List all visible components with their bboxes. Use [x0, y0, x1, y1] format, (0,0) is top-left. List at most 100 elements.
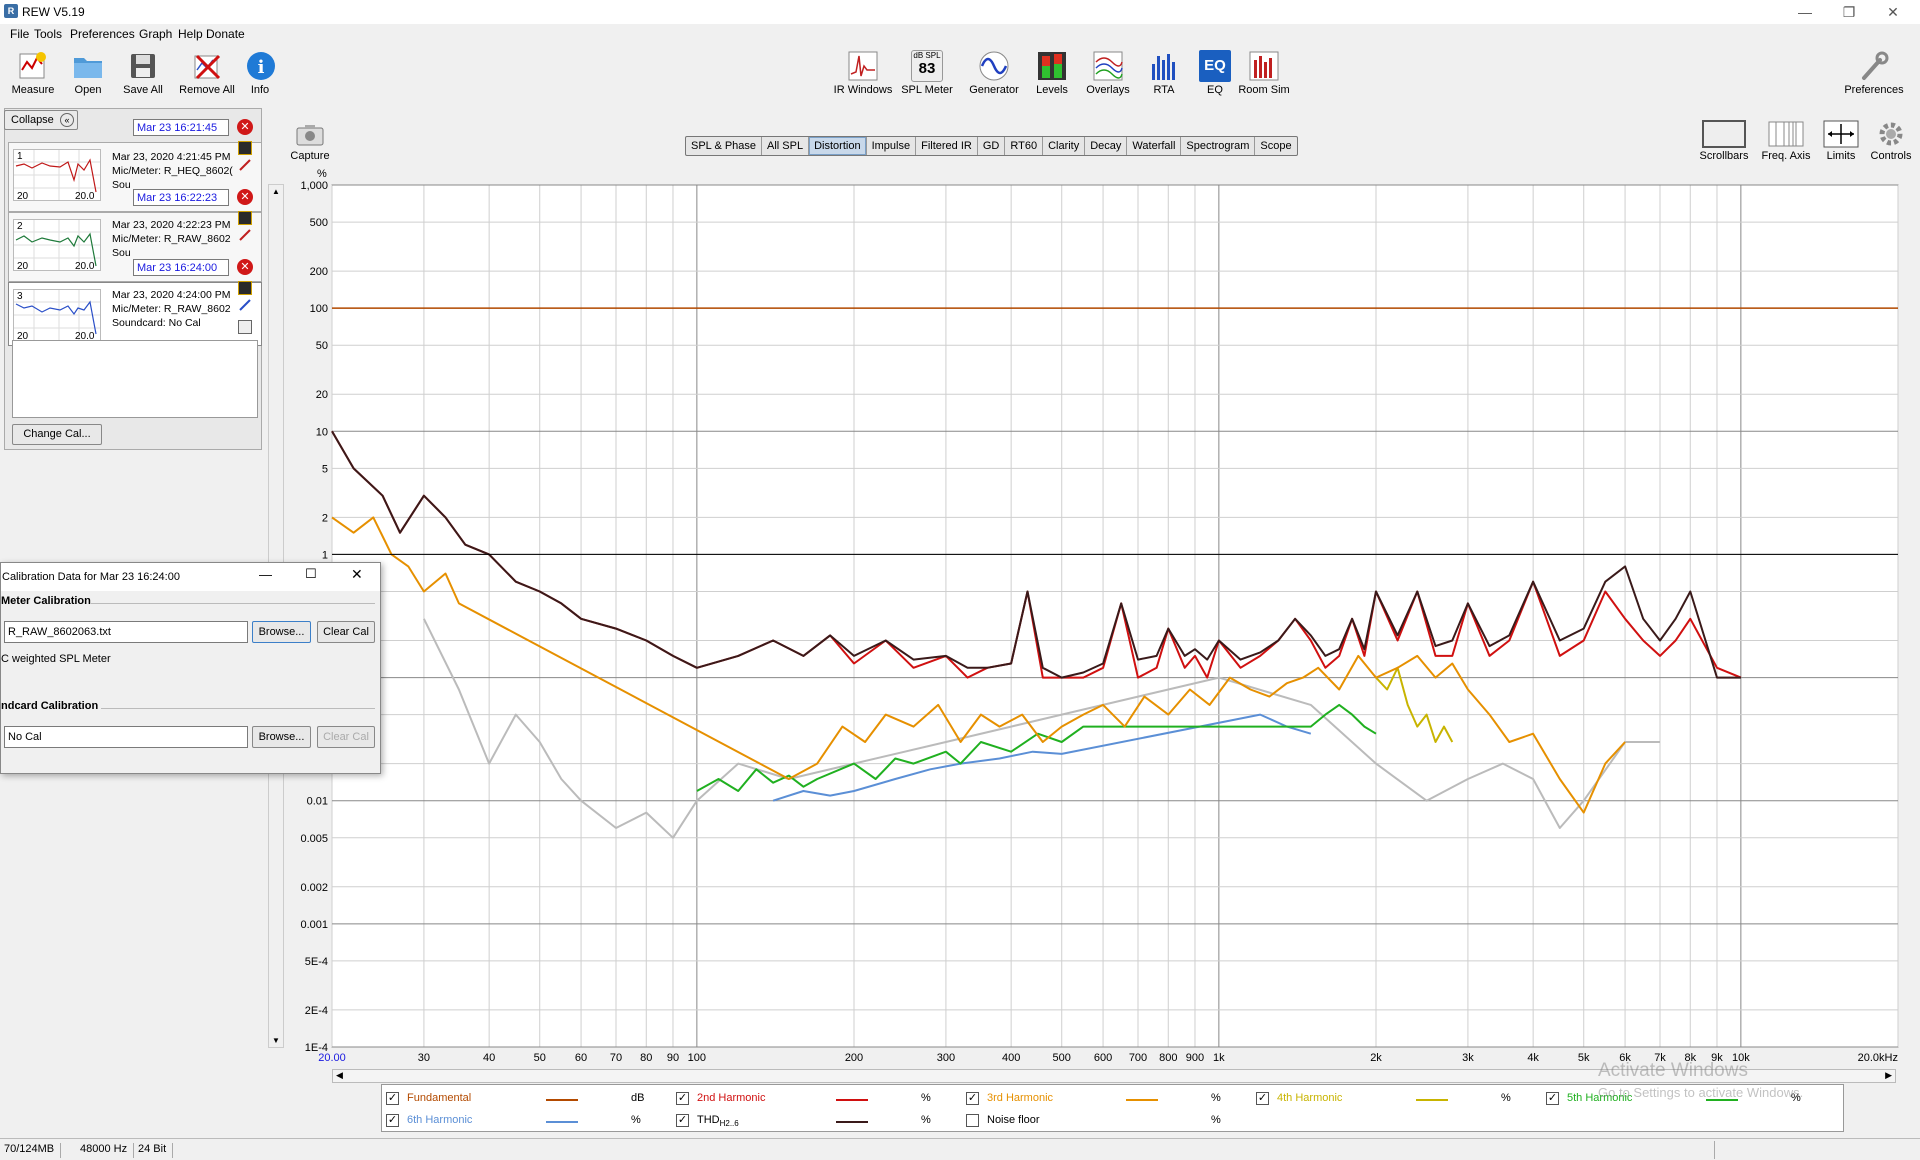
checkbox-icon[interactable]: ✓	[1546, 1092, 1559, 1105]
capture-button[interactable]: Capture	[288, 124, 332, 162]
legend-4th-harmonic[interactable]: ✓ 4th Harmonic %	[1256, 1091, 1546, 1107]
legend-fundamental[interactable]: ✓ Fundamental dB	[386, 1091, 676, 1107]
meter-browse-button[interactable]: Browse...	[252, 621, 311, 643]
freq-axis-button[interactable]: Freq. Axis	[1758, 120, 1814, 162]
tab-spectrogram[interactable]: Spectrogram	[1181, 137, 1256, 155]
delete-measurement-icon[interactable]: ✕	[237, 259, 253, 275]
tab-decay[interactable]: Decay	[1085, 137, 1128, 155]
edit-icon[interactable]	[238, 141, 252, 155]
controls-button[interactable]: Controls	[1866, 120, 1916, 162]
dialog-title: Calibration Data for Mar 23 16:24:00	[2, 571, 180, 583]
tab-all-spl[interactable]: All SPL	[762, 137, 810, 155]
menu-graph[interactable]: Graph	[139, 27, 172, 41]
measurement-card-selected[interactable]: 3 20 20.0 Mar 23, 2020 4:24:00 PM Mic/Me…	[8, 282, 262, 346]
calibration-icon[interactable]	[238, 320, 252, 334]
menu-file[interactable]: File	[10, 27, 29, 41]
scroll-down-icon[interactable]: ▼	[272, 1036, 280, 1045]
delete-measurement-icon[interactable]: ✕	[237, 119, 253, 135]
measurement-name-field[interactable]: Mar 23 16:24:00	[133, 259, 229, 276]
checkbox-icon[interactable]: ✓	[966, 1092, 979, 1105]
menu-preferences[interactable]: Preferences	[70, 27, 135, 41]
tab-clarity[interactable]: Clarity	[1043, 137, 1086, 155]
ir-windows-button[interactable]: IR Windows	[832, 50, 894, 96]
menu-help[interactable]: Help	[178, 27, 203, 41]
checkbox-icon[interactable]	[966, 1114, 979, 1127]
tab-waterfall[interactable]: Waterfall	[1127, 137, 1182, 155]
measurement-number: 2	[17, 221, 23, 232]
measure-button[interactable]: Measure	[10, 50, 56, 96]
tab-impulse[interactable]: Impulse	[867, 137, 917, 155]
checkbox-icon[interactable]: ✓	[386, 1092, 399, 1105]
notes-area[interactable]	[12, 340, 258, 418]
measurement-name-field[interactable]: Mar 23 16:21:45	[133, 119, 229, 136]
levels-button[interactable]: Levels	[1032, 50, 1072, 96]
graph-tabs: SPL & Phase All SPL Distortion Impulse F…	[685, 136, 1298, 156]
checkbox-icon[interactable]: ✓	[676, 1092, 689, 1105]
dialog-minimize-button[interactable]: —	[259, 567, 272, 582]
meter-section-divider	[91, 603, 375, 604]
change-cal-button[interactable]: Change Cal...	[12, 424, 102, 445]
delete-measurement-icon[interactable]: ✕	[237, 189, 253, 205]
title-bar: R REW V5.19 — ❐ ✕	[0, 0, 1920, 24]
generator-button[interactable]: Generator	[966, 50, 1022, 96]
scroll-left-icon[interactable]: ◀	[336, 1070, 343, 1081]
measurement-name-field[interactable]: Mar 23 16:22:23	[133, 189, 229, 206]
remove-all-button[interactable]: Remove All	[178, 50, 236, 96]
soundcard-browse-button[interactable]: Browse...	[252, 726, 311, 748]
close-window-button[interactable]: ✕	[1878, 2, 1908, 22]
legend-swatch	[1416, 1099, 1448, 1101]
remove-icon	[191, 50, 223, 82]
freq-axis-icon	[1768, 120, 1804, 148]
collapse-button[interactable]: Collapse «	[4, 110, 78, 130]
open-button[interactable]: Open	[68, 50, 108, 96]
dialog-maximize-button[interactable]: ☐	[305, 566, 317, 582]
distortion-chart[interactable]: 1,0005002001005020105210.50.20.10.050.02…	[290, 170, 1920, 1110]
checkbox-icon[interactable]: ✓	[676, 1114, 689, 1127]
restore-button[interactable]: ❐	[1834, 2, 1864, 22]
tab-spl-phase[interactable]: SPL & Phase	[686, 137, 763, 155]
room-sim-button[interactable]: Room Sim	[1236, 50, 1292, 96]
legend-2nd-harmonic[interactable]: ✓ 2nd Harmonic %	[676, 1091, 966, 1107]
rta-button[interactable]: RTA	[1146, 50, 1182, 96]
minimize-button[interactable]: —	[1790, 2, 1820, 22]
menu-donate[interactable]: Donate	[206, 27, 245, 41]
scroll-right-icon[interactable]: ▶	[1885, 1070, 1892, 1081]
dialog-close-button[interactable]: ✕	[351, 566, 363, 583]
tab-rt60[interactable]: RT60	[1005, 137, 1044, 155]
tab-scope[interactable]: Scope	[1255, 137, 1296, 155]
meter-clear-cal-button[interactable]: Clear Cal	[317, 621, 375, 643]
scrollbars-button[interactable]: Scrollbars	[1698, 120, 1750, 162]
edit-icon[interactable]	[238, 211, 252, 225]
save-all-button[interactable]: Save All	[120, 50, 166, 96]
meter-cal-file-field[interactable]: R_RAW_8602063.txt	[4, 621, 248, 643]
legend-3rd-harmonic[interactable]: ✓ 3rd Harmonic %	[966, 1091, 1256, 1107]
pen-icon[interactable]	[238, 228, 252, 242]
tab-filtered-ir[interactable]: Filtered IR	[916, 137, 978, 155]
soundcard-cal-file-field[interactable]: No Cal	[4, 726, 248, 748]
tab-distortion[interactable]: Distortion	[809, 137, 867, 155]
legend-thd[interactable]: ✓ THDH2..6 %	[676, 1113, 966, 1129]
legend-noise-floor[interactable]: Noise floor %	[966, 1113, 1256, 1129]
scroll-up-icon[interactable]: ▲	[272, 187, 280, 196]
pen-icon[interactable]	[238, 298, 252, 312]
eq-button[interactable]: EQ EQ	[1198, 50, 1232, 96]
x-tick-label: 1k	[1213, 1052, 1225, 1064]
activate-windows-hint: Go to Settings to activate Windows.	[1598, 1085, 1804, 1100]
spl-meter-button[interactable]: dB SPL 83 SPL Meter	[900, 50, 954, 96]
tab-gd[interactable]: GD	[978, 137, 1006, 155]
x-tick-label: 500	[1053, 1052, 1071, 1064]
legend-unit: %	[1211, 1092, 1221, 1104]
measurement-line: Mic/Meter: R_RAW_8602	[112, 303, 231, 315]
legend-label: 3rd Harmonic	[987, 1092, 1054, 1104]
overlays-button[interactable]: Overlays	[1082, 50, 1134, 96]
preferences-button[interactable]: Preferences	[1842, 50, 1906, 96]
pen-icon[interactable]	[238, 158, 252, 172]
info-button[interactable]: i Info	[245, 50, 275, 96]
menu-tools[interactable]: Tools	[34, 27, 62, 41]
checkbox-icon[interactable]: ✓	[1256, 1092, 1269, 1105]
limits-button[interactable]: Limits	[1820, 120, 1862, 162]
soundcard-calibration-heading: ndcard Calibration	[1, 700, 99, 712]
edit-icon[interactable]	[238, 281, 252, 295]
checkbox-icon[interactable]: ✓	[386, 1114, 399, 1127]
legend-6th-harmonic[interactable]: ✓ 6th Harmonic %	[386, 1113, 676, 1129]
